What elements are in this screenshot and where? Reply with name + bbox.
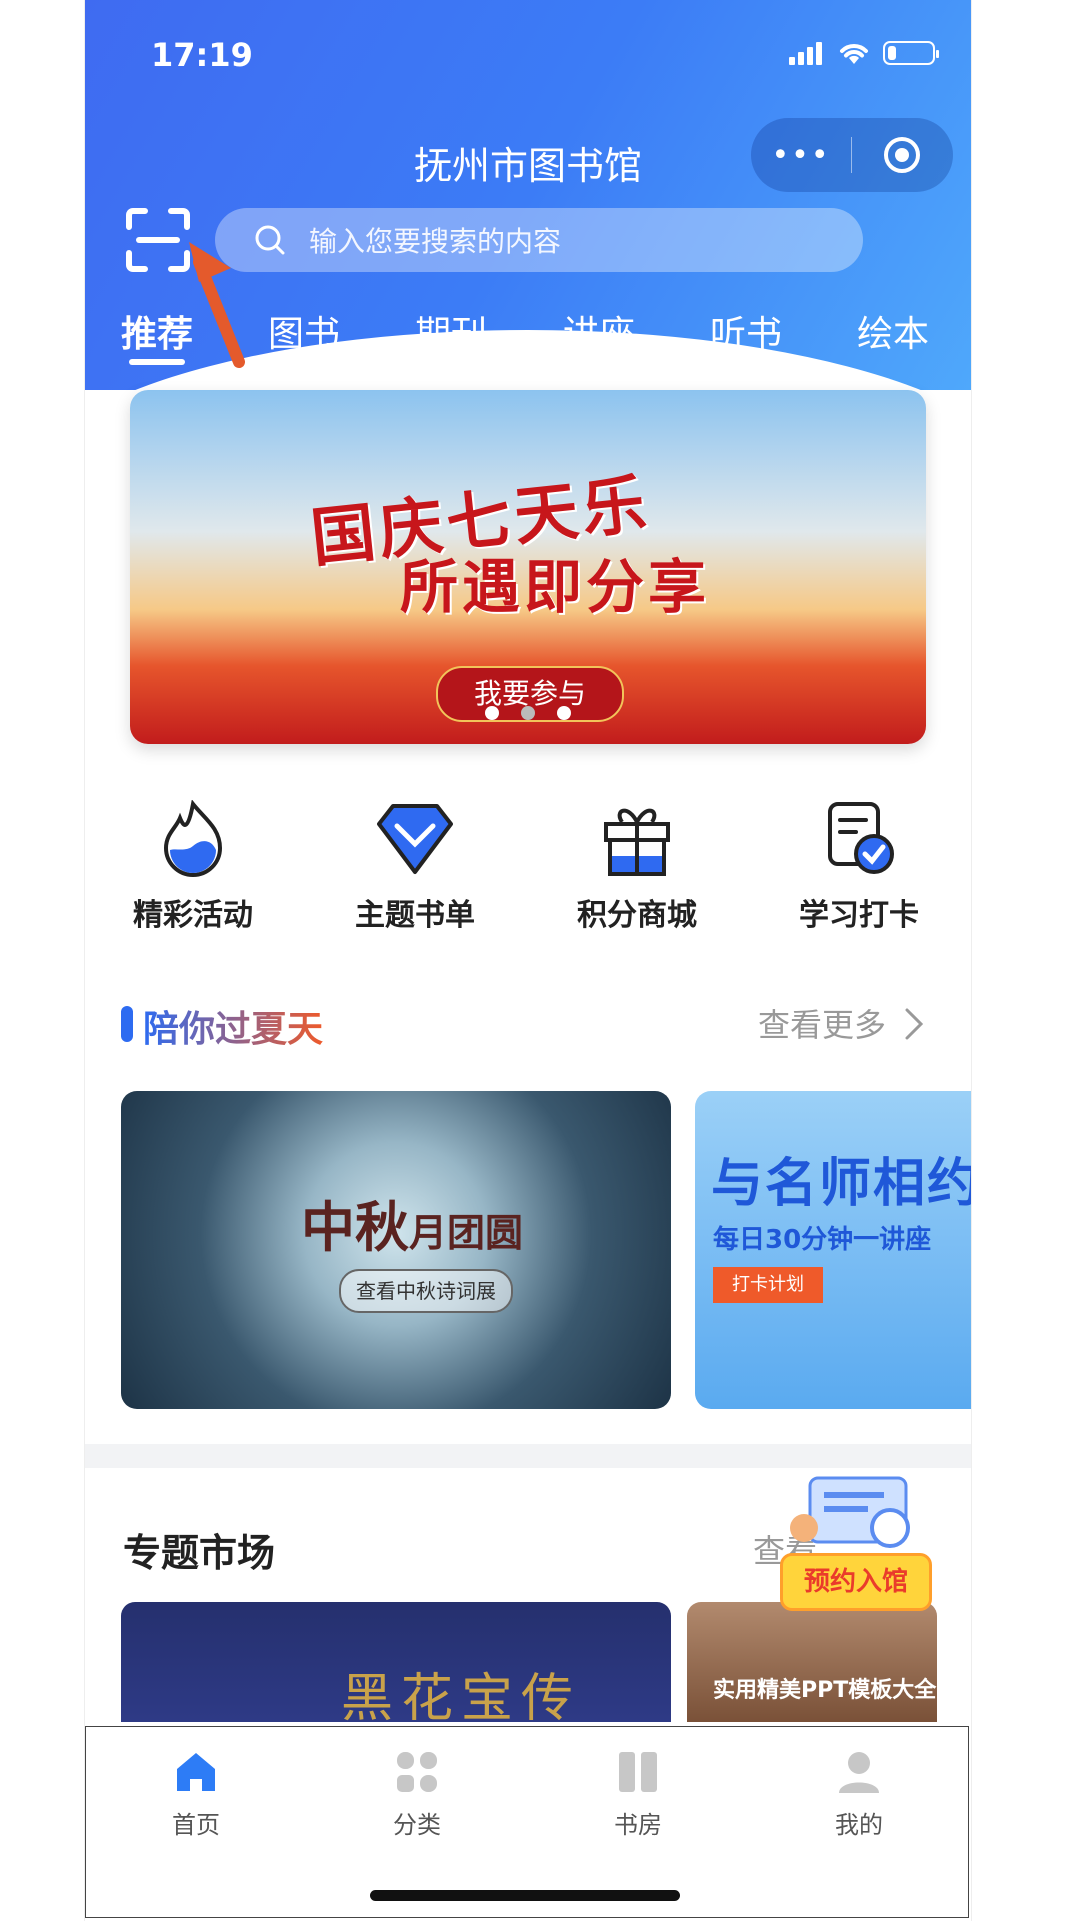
- status-time: 17:19: [151, 36, 253, 74]
- shortcut-label: 积分商城: [577, 898, 697, 933]
- home-indicator: [370, 1890, 680, 1901]
- home-icon: [177, 1753, 215, 1791]
- shortcut-activities[interactable]: 精彩活动: [93, 799, 293, 934]
- tabbar-item-category[interactable]: 分类: [337, 1749, 497, 1840]
- section-accent-bar: [121, 1006, 133, 1042]
- card-subtitle: 每日30分钟一讲座: [713, 1225, 932, 1255]
- profile-icon: [839, 1752, 879, 1793]
- tab-audiobooks[interactable]: 听书: [710, 305, 782, 357]
- tabbar-item-profile[interactable]: 我的: [779, 1749, 939, 1840]
- card-title: 中秋月团圆: [301, 1183, 523, 1262]
- carousel-dot: [485, 706, 499, 720]
- reservation-label: 预约入馆: [780, 1553, 932, 1611]
- chevron-right-icon[interactable]: [902, 1006, 926, 1042]
- shortcut-points-mall[interactable]: 积分商城: [537, 800, 737, 934]
- section-divider: [85, 1444, 971, 1468]
- tabbar-label: 分类: [393, 1811, 441, 1839]
- shortcut-label: 精彩活动: [133, 898, 253, 933]
- section-title: 陪你过夏天: [143, 1000, 323, 1052]
- diamond-icon: [377, 804, 453, 874]
- wifi-icon: [840, 44, 868, 64]
- search-icon: [255, 225, 285, 255]
- shortcut-grid: 精彩活动 主题书单 积分商城 学习打卡: [85, 799, 971, 940]
- tab-books[interactable]: 图书: [268, 305, 340, 357]
- bookshelf-icon: [619, 1752, 657, 1792]
- battery-icon: [883, 41, 939, 65]
- mid-autumn-card[interactable]: 中秋月团圆 查看中秋诗词展: [121, 1091, 671, 1409]
- banner-subheadline: 所遇即分享: [400, 553, 711, 621]
- category-icon: [397, 1752, 437, 1792]
- category-tabs: 推荐 图书 期刊 讲座 听书 绘本: [85, 305, 971, 365]
- card-subtitle: 查看中秋诗词展: [339, 1269, 513, 1313]
- reservation-float-button[interactable]: 预约入馆: [780, 1468, 940, 1636]
- tabbar-item-home[interactable]: 首页: [116, 1749, 276, 1840]
- tab-lectures[interactable]: 讲座: [563, 305, 635, 357]
- carousel-dot: [557, 706, 571, 720]
- tab-recommend[interactable]: 推荐: [121, 305, 193, 357]
- battery-fill: [888, 46, 896, 60]
- tab-journals[interactable]: 期刊: [415, 305, 487, 357]
- status-icons: [789, 40, 939, 66]
- promo-banner[interactable]: 国庆七天乐 所遇即分享 我要参与: [130, 390, 926, 744]
- topic-card[interactable]: 黑花宝传: [121, 1602, 671, 1722]
- section-title: 专题市场: [123, 1531, 276, 1575]
- active-tab-underline: [129, 359, 185, 365]
- tabbar-label: 书房: [614, 1811, 662, 1839]
- tabbar-label: 我的: [835, 1811, 883, 1839]
- shortcut-label: 主题书单: [355, 898, 475, 933]
- signal-icon: [789, 41, 825, 65]
- section-summer-header: 陪你过夏天 查看更多: [121, 1000, 936, 1050]
- shortcut-label: 学习打卡: [799, 898, 919, 933]
- card-title-small: 月团圆: [409, 1211, 524, 1255]
- carousel-dots: [130, 706, 926, 720]
- flame-icon: [163, 799, 223, 877]
- more-menu-button[interactable]: •••: [751, 138, 851, 173]
- card-title: 与名师相约: [711, 1154, 972, 1214]
- search-bar[interactable]: 输入您要搜索的内容: [215, 208, 863, 272]
- card-title-big: 中秋: [301, 1196, 409, 1259]
- close-program-button[interactable]: [852, 135, 952, 175]
- tab-picture-books[interactable]: 绘本: [857, 305, 929, 357]
- shortcut-checkin[interactable]: 学习打卡: [759, 800, 959, 934]
- view-more-link[interactable]: 查看更多: [758, 1000, 886, 1046]
- search-placeholder: 输入您要搜索的内容: [309, 225, 562, 258]
- phone-screen: 17:19 抚州市图书馆 ••• 输入您要搜索的内容 推荐 图书 期刊 讲座 听…: [84, 0, 972, 1921]
- shortcut-booklists[interactable]: 主题书单: [315, 800, 515, 934]
- gift-icon: [604, 808, 670, 876]
- tabbar-label: 首页: [172, 1811, 220, 1839]
- carousel-dot-active: [521, 706, 535, 720]
- tabbar-item-bookshelf[interactable]: 书房: [558, 1749, 718, 1840]
- target-icon: [884, 137, 920, 173]
- checkin-icon: [828, 802, 894, 874]
- card-title: 黑花宝传: [341, 1669, 582, 1722]
- teacher-card[interactable]: 与名师相约 每日30分钟一讲座 打卡计划: [695, 1091, 972, 1409]
- mini-program-capsule: •••: [751, 118, 953, 192]
- checkin-plan-tag: 打卡计划: [713, 1267, 823, 1303]
- card-title: 实用精美PPT模板大全: [713, 1678, 937, 1703]
